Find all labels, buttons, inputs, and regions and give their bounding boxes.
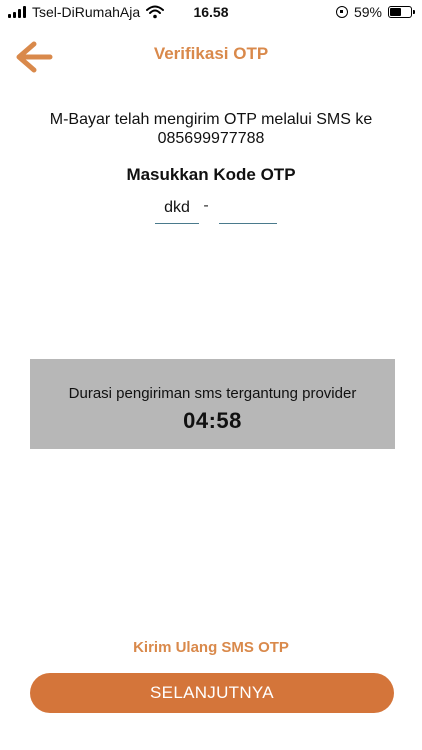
sms-duration-box: Durasi pengiriman sms tergantung provide… [30,359,395,449]
otp-prefix-input[interactable] [155,193,199,224]
otp-separator: - [203,197,209,214]
orientation-lock-icon [335,6,348,18]
page-title: Verifikasi OTP [153,44,269,63]
battery-icon [388,6,415,18]
resend-otp-link[interactable]: Kirim Ulang SMS OTP [0,639,422,656]
otp-sent-message: M-Bayar telah mengirim OTP melalui SMS k… [49,111,373,147]
otp-input-row: - [155,193,277,224]
sms-duration-text: Durasi pengiriman sms tergantung provide… [68,385,357,402]
otp-code-input[interactable] [219,193,277,224]
battery-fill [390,8,401,16]
status-right: 59% [335,4,415,20]
next-button[interactable]: SELANJUTNYA [30,673,394,713]
status-bar: Tsel-DiRumahAja 16.58 59% [0,0,422,26]
countdown-timer: 04:58 [183,408,242,433]
battery-percent: 59% [353,4,382,20]
otp-label: Masukkan Kode OTP [126,165,296,184]
